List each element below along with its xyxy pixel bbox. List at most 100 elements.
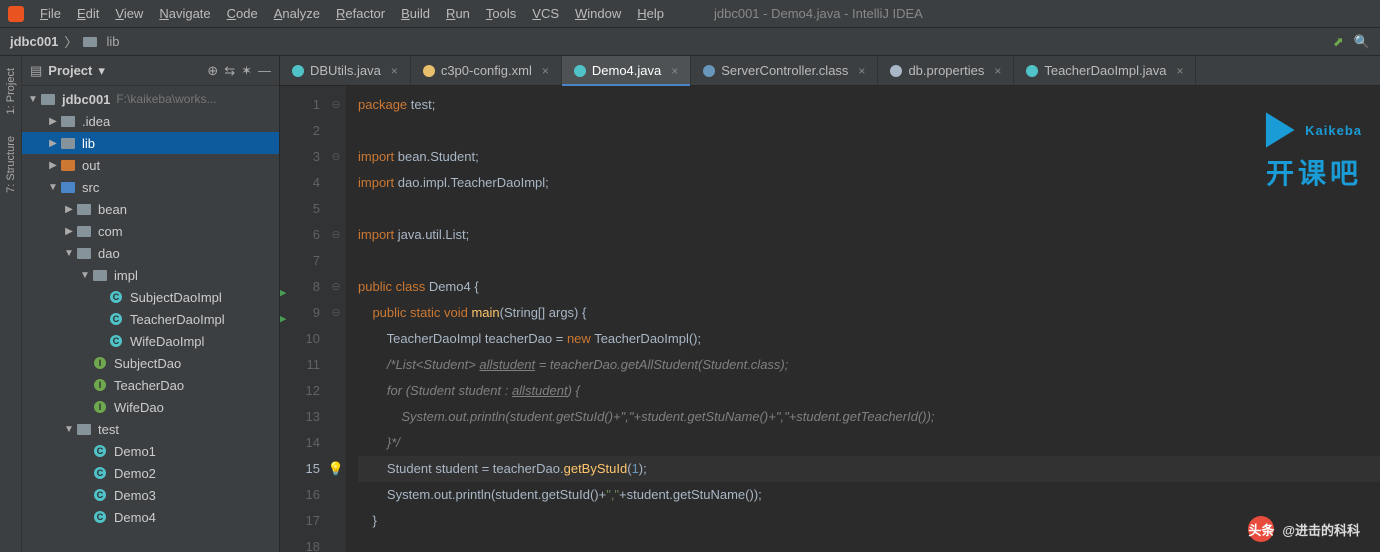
tree-item-demo1[interactable]: CDemo1 bbox=[22, 440, 279, 462]
tree-item-lib[interactable]: ▶lib bbox=[22, 132, 279, 154]
gutter-icons[interactable]: ⊖⊖⊖⊖⊖💡 bbox=[326, 86, 346, 552]
window-title: jdbc001 - Demo4.java - IntelliJ IDEA bbox=[714, 6, 923, 21]
close-icon[interactable]: × bbox=[542, 64, 549, 78]
tab-teacherdaoimpl-java[interactable]: TeacherDaoImpl.java× bbox=[1014, 56, 1196, 85]
tree-item-wifedaoimpl[interactable]: CWifeDaoImpl bbox=[22, 330, 279, 352]
menu-vcs[interactable]: VCS bbox=[524, 3, 567, 24]
menu-code[interactable]: Code bbox=[219, 3, 266, 24]
tab-label: db.properties bbox=[908, 63, 984, 78]
menu-analyze[interactable]: Analyze bbox=[266, 3, 328, 24]
tree-item-demo3[interactable]: CDemo3 bbox=[22, 484, 279, 506]
menu-run[interactable]: Run bbox=[438, 3, 478, 24]
tab-db-properties[interactable]: db.properties × bbox=[878, 56, 1014, 85]
tree-item-out[interactable]: ▶out bbox=[22, 154, 279, 176]
project-sidebar: ▤ Project ▾ ⊕ ⇆ ✶ — ▼jdbc001F:\kaikeba\w… bbox=[22, 56, 280, 552]
menu-file[interactable]: File bbox=[32, 3, 69, 24]
tree-item-wifedao[interactable]: IWifeDao bbox=[22, 396, 279, 418]
tool-tab-structure[interactable]: 7: Structure bbox=[3, 130, 19, 199]
folder-icon bbox=[76, 422, 92, 436]
tree-item-src[interactable]: ▼src bbox=[22, 176, 279, 198]
folder-icon bbox=[92, 268, 108, 282]
iface-i-icon: I bbox=[92, 378, 108, 392]
hide-icon[interactable]: — bbox=[258, 63, 271, 78]
tree-item-test[interactable]: ▼test bbox=[22, 418, 279, 440]
tree-item-bean[interactable]: ▶bean bbox=[22, 198, 279, 220]
close-icon[interactable]: × bbox=[858, 64, 865, 78]
tree-item-.idea[interactable]: ▶.idea bbox=[22, 110, 279, 132]
folder-icon bbox=[76, 246, 92, 260]
locate-icon[interactable]: ⊕ bbox=[207, 63, 218, 79]
tab-dbutils-java[interactable]: DBUtils.java × bbox=[280, 56, 411, 85]
file-icon bbox=[574, 65, 586, 77]
menu-view[interactable]: View bbox=[107, 3, 151, 24]
app-logo-icon bbox=[8, 6, 24, 22]
breadcrumb-separator: 〉 bbox=[64, 32, 77, 51]
class-c-icon: C bbox=[92, 444, 108, 458]
close-icon[interactable]: × bbox=[671, 64, 678, 78]
tab-c3p0-config-xml[interactable]: c3p0-config.xml × bbox=[411, 56, 562, 85]
tab-label: c3p0-config.xml bbox=[441, 63, 532, 78]
tree-item-subjectdaoimpl[interactable]: CSubjectDaoImpl bbox=[22, 286, 279, 308]
tree-item-demo2[interactable]: CDemo2 bbox=[22, 462, 279, 484]
menubar: FileEditViewNavigateCodeAnalyzeRefactorB… bbox=[0, 0, 1380, 28]
tree-root[interactable]: ▼jdbc001F:\kaikeba\works... bbox=[22, 88, 279, 110]
folder-icon bbox=[60, 136, 76, 150]
menu-tools[interactable]: Tools bbox=[478, 3, 524, 24]
collapse-icon[interactable]: ⇆ bbox=[224, 63, 235, 79]
iface-i-icon: I bbox=[92, 400, 108, 414]
tab-servercontroller-class[interactable]: ServerController.class × bbox=[691, 56, 878, 85]
code-editor[interactable]: 1234567▶8▶9101112131415161718 ⊖⊖⊖⊖⊖💡 pac… bbox=[280, 86, 1380, 552]
search-icon[interactable]: 🔍 bbox=[1354, 34, 1370, 50]
menu-window[interactable]: Window bbox=[567, 3, 629, 24]
file-icon bbox=[890, 65, 902, 77]
file-icon bbox=[703, 65, 715, 77]
tab-demo4-java[interactable]: Demo4.java × bbox=[562, 56, 691, 85]
close-icon[interactable]: × bbox=[994, 64, 1001, 78]
tab-label: ServerController.class bbox=[721, 63, 848, 78]
iface-i-icon: I bbox=[92, 356, 108, 370]
file-icon bbox=[292, 65, 304, 77]
class-c-icon: C bbox=[108, 312, 124, 326]
attribution: 头条 @进击的科科 bbox=[1248, 516, 1360, 542]
menu-build[interactable]: Build bbox=[393, 3, 438, 24]
menu-edit[interactable]: Edit bbox=[69, 3, 107, 24]
chevron-down-icon[interactable]: ▾ bbox=[98, 63, 105, 79]
settings-gear-icon[interactable]: ✶ bbox=[241, 63, 252, 79]
tree-item-com[interactable]: ▶com bbox=[22, 220, 279, 242]
close-icon[interactable]: × bbox=[391, 64, 398, 78]
menu-refactor[interactable]: Refactor bbox=[328, 3, 393, 24]
menu-help[interactable]: Help bbox=[629, 3, 672, 24]
tab-label: DBUtils.java bbox=[310, 63, 381, 78]
tab-label: Demo4.java bbox=[592, 63, 661, 78]
close-icon[interactable]: × bbox=[1176, 64, 1183, 78]
tree-item-subjectdao[interactable]: ISubjectDao bbox=[22, 352, 279, 374]
editor-area: DBUtils.java × c3p0-config.xml × Demo4.java ×… bbox=[280, 56, 1380, 552]
project-panel-header: ▤ Project ▾ ⊕ ⇆ ✶ — bbox=[22, 56, 279, 86]
tree-item-demo4[interactable]: CDemo4 bbox=[22, 506, 279, 528]
line-number-gutter[interactable]: 1234567▶8▶9101112131415161718 bbox=[280, 86, 326, 552]
tool-window-bar: 1: Project 7: Structure bbox=[0, 56, 22, 552]
tree-item-teacherdaoimpl[interactable]: CTeacherDaoImpl bbox=[22, 308, 279, 330]
panel-title[interactable]: Project bbox=[48, 63, 92, 78]
tree-item-dao[interactable]: ▼dao bbox=[22, 242, 279, 264]
tool-tab-project[interactable]: 1: Project bbox=[3, 62, 19, 120]
editor-tabs: DBUtils.java × c3p0-config.xml × Demo4.java ×… bbox=[280, 56, 1380, 86]
attribution-author: @进击的科科 bbox=[1282, 520, 1360, 539]
menu-navigate[interactable]: Navigate bbox=[151, 3, 218, 24]
folder-icon bbox=[60, 114, 76, 128]
code-content[interactable]: package test;import bean.Student;import … bbox=[346, 86, 1380, 552]
intention-bulb-icon[interactable]: 💡 bbox=[328, 456, 344, 482]
tree-item-impl[interactable]: ▼impl bbox=[22, 264, 279, 286]
breadcrumb-path[interactable]: lib bbox=[106, 34, 119, 49]
file-icon bbox=[423, 65, 435, 77]
class-c-icon: C bbox=[92, 488, 108, 502]
class-c-icon: C bbox=[108, 290, 124, 304]
tree-item-teacherdao[interactable]: ITeacherDao bbox=[22, 374, 279, 396]
build-status-icon[interactable]: ⬈ bbox=[1333, 34, 1344, 50]
project-tree[interactable]: ▼jdbc001F:\kaikeba\works...▶.idea▶lib▶ou… bbox=[22, 86, 279, 552]
folder-icon bbox=[76, 224, 92, 238]
breadcrumb-project[interactable]: jdbc001 bbox=[10, 34, 58, 49]
panel-icon: ▤ bbox=[30, 63, 42, 79]
folder-icon bbox=[83, 37, 97, 47]
class-c-icon: C bbox=[92, 466, 108, 480]
